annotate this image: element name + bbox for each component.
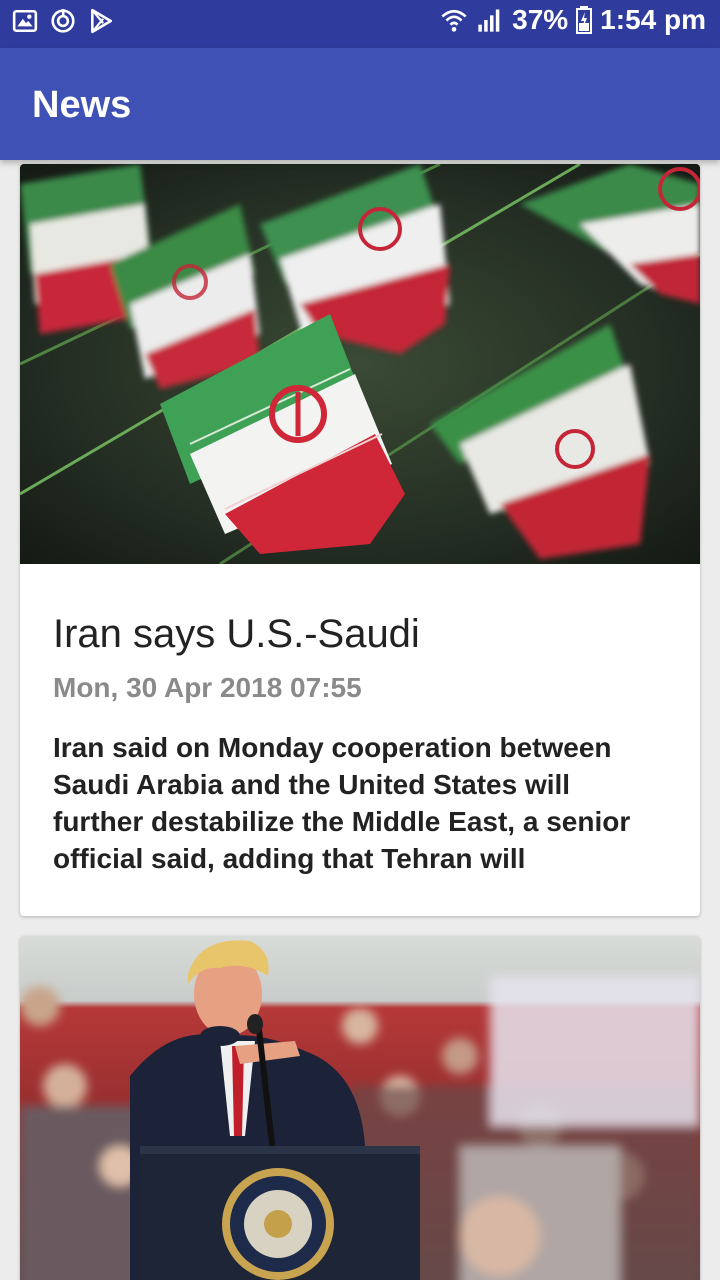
app-bar: News [0, 48, 720, 160]
app-title: News [32, 84, 132, 126]
status-bar: 37% 1:54 pm [0, 0, 720, 48]
article-image [20, 164, 700, 564]
news-feed[interactable]: Iran says U.S.-Saudi Mon, 30 Apr 2018 07… [0, 160, 720, 1280]
rally-speaker-photo [20, 936, 700, 1280]
clock: 1:54 pm [600, 4, 706, 35]
notification-icons [12, 8, 114, 34]
article-description: Iran said on Monday cooperation between … [53, 732, 631, 874]
sync-icon [51, 9, 75, 33]
battery-percentage: 37% [512, 4, 569, 35]
article-title: Iran says U.S.-Saudi [53, 612, 420, 656]
article-card[interactable]: Iran says U.S.-Saudi Mon, 30 Apr 2018 07… [20, 164, 700, 916]
article-date: Mon, 30 Apr 2018 07:55 [53, 672, 362, 703]
article-image [20, 936, 700, 1280]
wifi-icon [441, 9, 467, 32]
system-status: 37% 1:54 pm [440, 4, 706, 36]
signal-icon [478, 9, 500, 32]
iran-flags-photo [20, 164, 700, 564]
battery-icon [576, 6, 593, 34]
play-store-icon [91, 8, 113, 34]
gallery-icon [12, 9, 38, 33]
article-card[interactable] [20, 936, 700, 1280]
